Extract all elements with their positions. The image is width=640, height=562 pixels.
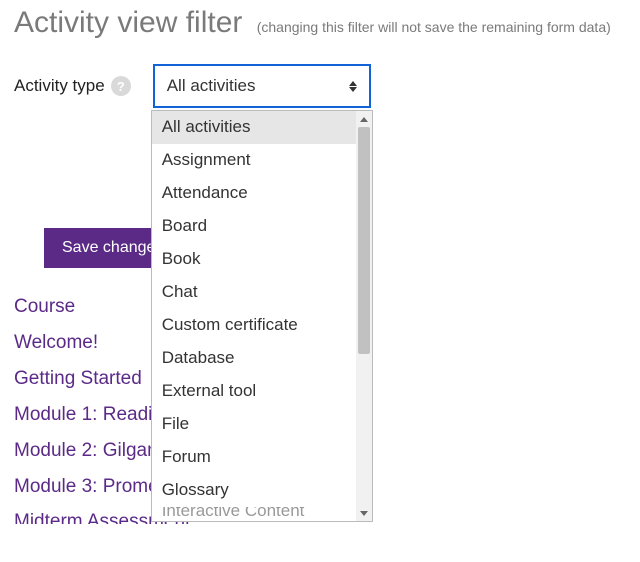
dropdown-option[interactable]: Assignment bbox=[152, 144, 356, 177]
scroll-thumb[interactable] bbox=[358, 127, 370, 354]
dropdown-option[interactable]: All activities bbox=[152, 111, 356, 144]
dropdown-option[interactable]: Board bbox=[152, 210, 356, 243]
help-icon[interactable]: ? bbox=[111, 76, 131, 96]
page-heading: Activity view filter (changing this filt… bbox=[14, 6, 626, 40]
dropdown-option[interactable]: Chat bbox=[152, 276, 356, 309]
dropdown-option[interactable]: Book bbox=[152, 243, 356, 276]
activity-type-select[interactable]: All activities bbox=[153, 64, 371, 108]
dropdown-option[interactable]: Database bbox=[152, 342, 356, 375]
dropdown-option[interactable]: Interactive Content bbox=[152, 507, 356, 521]
dropdown-scrollbar[interactable] bbox=[356, 111, 372, 521]
dropdown-option[interactable]: Attendance bbox=[152, 177, 356, 210]
scroll-track[interactable] bbox=[356, 127, 372, 505]
dropdown-option[interactable]: Custom certificate bbox=[152, 309, 356, 342]
dropdown-option[interactable]: Forum bbox=[152, 441, 356, 474]
activity-type-field: Activity type ? All activities All activ… bbox=[14, 64, 626, 108]
scroll-up-icon[interactable] bbox=[356, 111, 372, 127]
select-caret-icon bbox=[349, 81, 357, 92]
dropdown-option[interactable]: External tool bbox=[152, 375, 356, 408]
dropdown-option[interactable]: Glossary bbox=[152, 474, 356, 507]
activity-type-select-wrap: All activities All activities Assignment… bbox=[153, 64, 371, 108]
activity-type-dropdown: All activities Assignment Attendance Boa… bbox=[151, 110, 373, 522]
dropdown-option[interactable]: File bbox=[152, 408, 356, 441]
scroll-down-icon[interactable] bbox=[356, 505, 372, 521]
activity-type-label: Activity type bbox=[14, 76, 105, 96]
select-current-value: All activities bbox=[167, 76, 256, 96]
heading-title: Activity view filter bbox=[14, 6, 242, 39]
heading-subtitle: (changing this filter will not save the … bbox=[257, 19, 611, 35]
dropdown-list: All activities Assignment Attendance Boa… bbox=[152, 111, 356, 521]
